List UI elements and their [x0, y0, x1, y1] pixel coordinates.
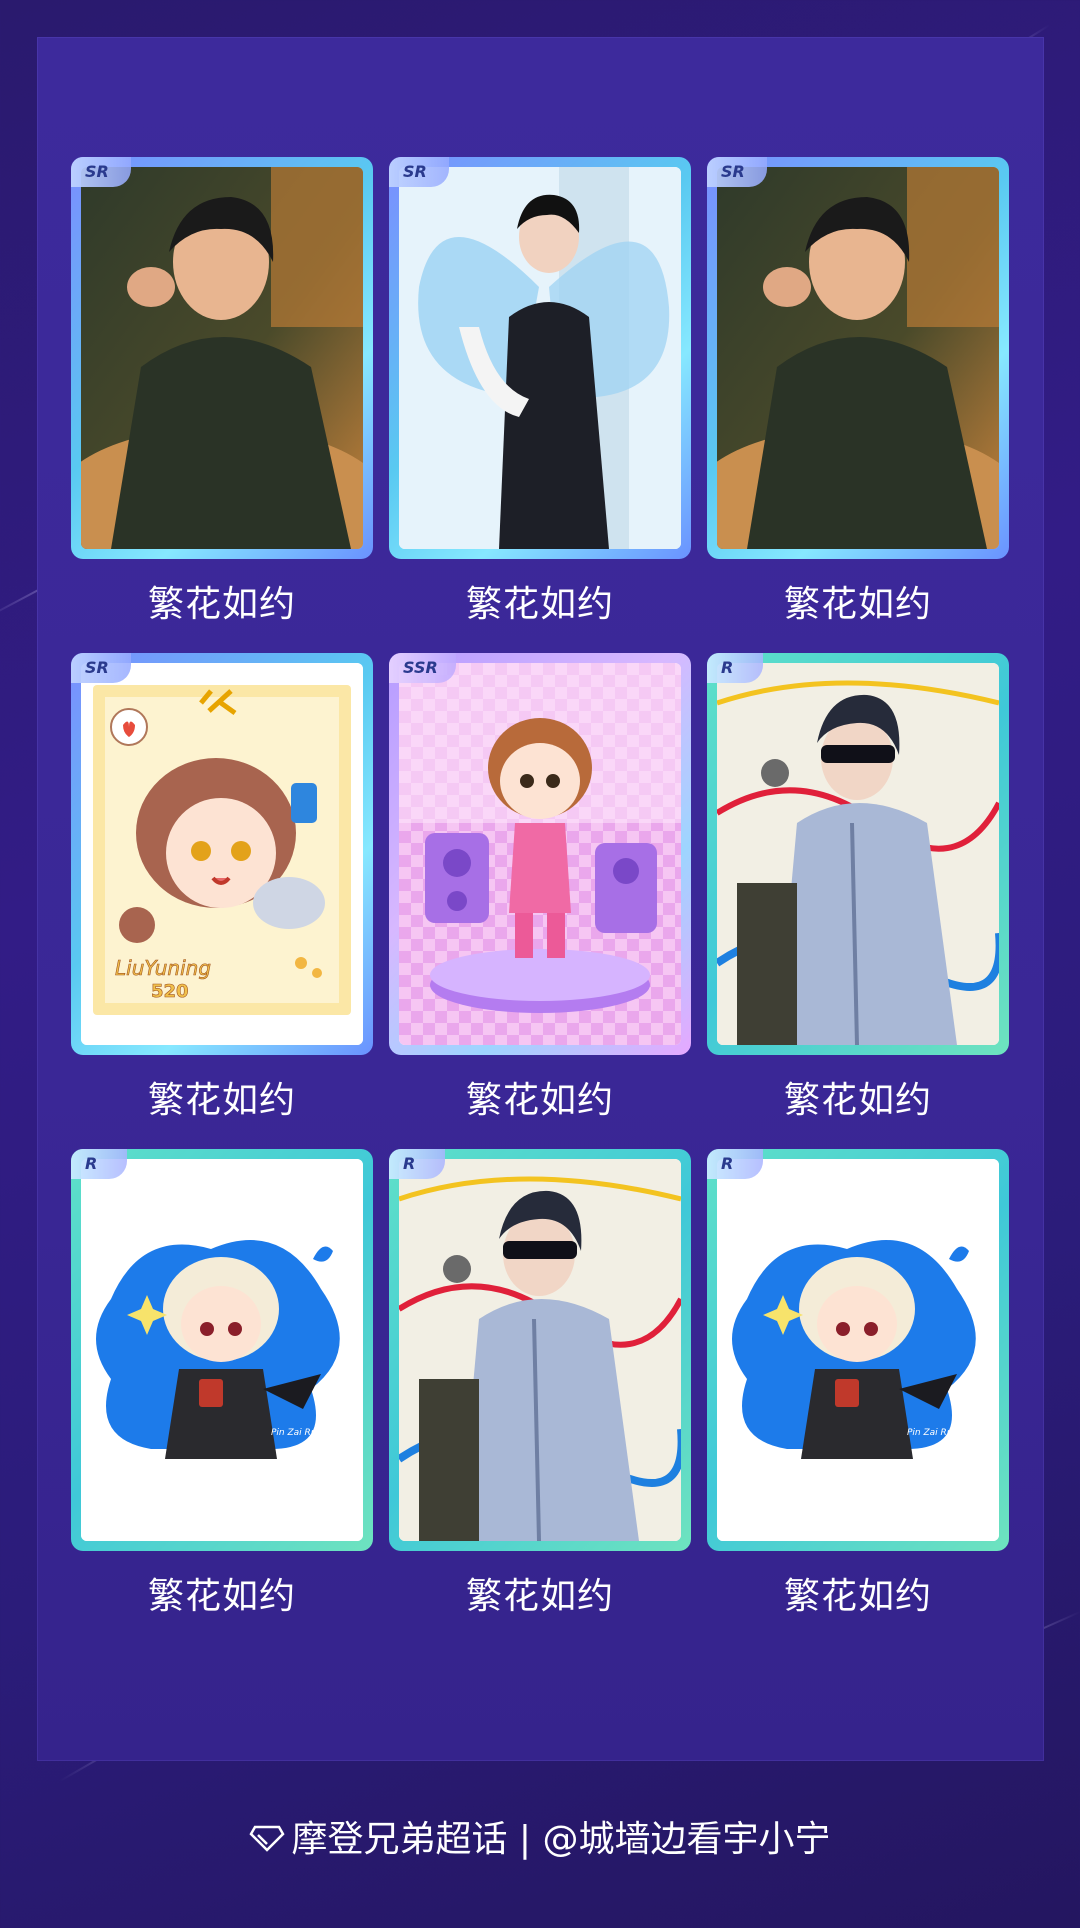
card-caption: 繁花如约: [147, 1576, 296, 1617]
rarity-badge: SSR: [389, 653, 456, 683]
card-frame: SR: [389, 157, 691, 559]
card-frame: R Pin Zai Rnon: [71, 1149, 373, 1551]
rarity-badge: SR: [707, 157, 767, 187]
card-art-chibi-doodle: LiuYuning 520: [81, 663, 363, 1045]
rarity-badge: R: [389, 1149, 445, 1179]
rarity-badge: SR: [389, 157, 449, 187]
card-caption: 繁花如约: [783, 1576, 932, 1617]
card-caption: 繁花如约: [465, 1576, 614, 1617]
rarity-badge: SR: [71, 653, 131, 683]
rarity-badge: SR: [71, 157, 131, 187]
card-caption: 繁花如约: [147, 584, 296, 625]
rarity-badge: R: [707, 653, 763, 683]
card-art-chibi-blonde: Pin Zai Rnon: [81, 1159, 363, 1541]
card-frame: SR: [71, 157, 373, 559]
card-caption: 繁花如约: [465, 1080, 614, 1121]
card-caption: 繁花如约: [147, 1080, 296, 1121]
svg-text:520: 520: [151, 981, 189, 1002]
footer-text[interactable]: 摩登兄弟超话 | @城墙边看宇小宁: [291, 1819, 830, 1860]
card-art-portrait-sweater: [717, 167, 999, 549]
diamond-icon: [249, 1821, 286, 1862]
card-art-chibi-stage: [399, 663, 681, 1045]
card-art-blindfold-ribbons: [717, 663, 999, 1045]
card-art-blindfold-ribbons: [399, 1159, 681, 1541]
card-frame: R: [389, 1149, 691, 1551]
rarity-badge: R: [71, 1149, 127, 1179]
svg-text:Pin Zai Rnon: Pin Zai Rnon: [271, 1428, 328, 1438]
card-art-butterfly-suit: [399, 167, 681, 549]
svg-text:Pin Zai Rnon: Pin Zai Rnon: [907, 1428, 964, 1438]
card-frame: SR: [707, 157, 1009, 559]
card-frame: SSR: [389, 653, 691, 1055]
card-caption: 繁花如约: [783, 584, 932, 625]
card-frame: R Pin Zai Rnon: [707, 1149, 1009, 1551]
card-art-chibi-blonde: Pin Zai Rnon: [717, 1159, 999, 1541]
card-frame: R: [707, 653, 1009, 1055]
footer: 摩登兄弟超话 | @城墙边看宇小宁: [0, 1810, 1080, 1862]
card-frame: SR LiuYuning 520: [71, 653, 373, 1055]
rarity-badge: R: [707, 1149, 763, 1179]
card-art-text: LiuYuning: [115, 956, 211, 980]
card-caption: 繁花如约: [783, 1080, 932, 1121]
card-caption: 繁花如约: [465, 584, 614, 625]
card-art-portrait-sweater: [81, 167, 363, 549]
